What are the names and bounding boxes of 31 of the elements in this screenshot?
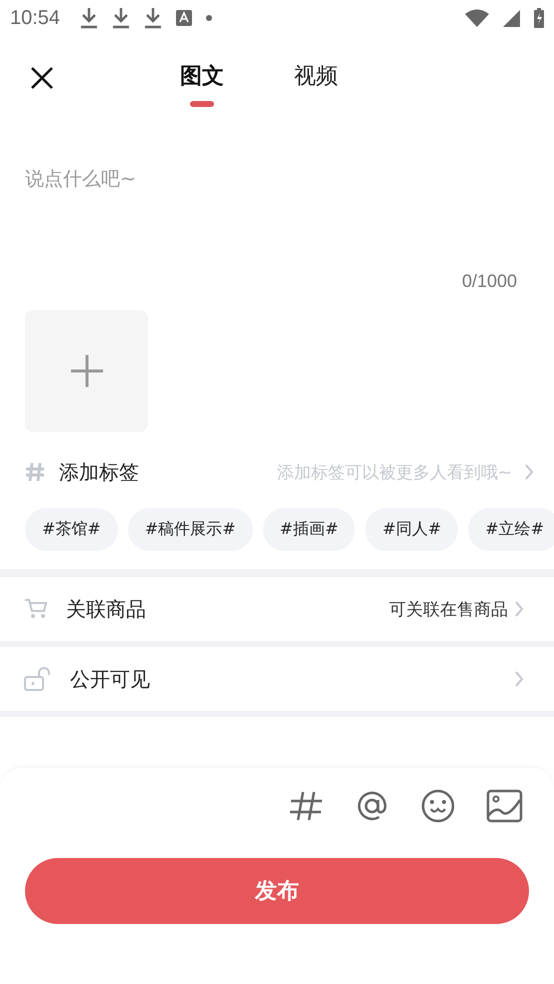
tag-chip[interactable]: #茶馆# [25,508,118,551]
status-time: 10:54 [10,6,60,30]
setting-value: 可关联在售商品 [389,598,508,620]
download-icon [80,7,98,29]
setting-label[interactable]: 关联商品 [66,596,146,622]
dot-icon [206,15,212,21]
chevron-right-icon [514,670,524,688]
download-icon [112,7,130,29]
download-icon [144,7,162,29]
tag-hint: 添加标签可以被更多人看到哦~ [276,462,512,484]
setting-label[interactable]: 公开可见 [70,666,150,692]
tag-chip[interactable]: #同人# [365,508,458,551]
signal-icon [503,10,520,26]
add-tag-label[interactable]: 添加标签 [59,458,139,486]
battery-icon [534,8,544,28]
keyboard-app-icon [176,10,192,26]
tag-chip[interactable]: #插画# [262,508,356,551]
chevron-right-icon [514,600,524,618]
chevron-right-icon [524,463,534,481]
tab[interactable]: 视频 [294,45,338,107]
tag-chip[interactable]: #立绘# [468,508,554,551]
character-counter: 0/1000 [462,271,517,292]
wifi-icon [465,9,489,27]
tab[interactable]: 图文 [180,45,224,107]
hash-icon [25,462,45,482]
unlocked-padlock-icon [24,667,52,691]
plus-icon [70,354,104,388]
tag-chip[interactable]: #稿件展示# [128,508,253,551]
cart-icon [24,598,48,620]
publish-button[interactable]: 发布 [25,858,529,924]
close-button[interactable] [30,66,54,90]
